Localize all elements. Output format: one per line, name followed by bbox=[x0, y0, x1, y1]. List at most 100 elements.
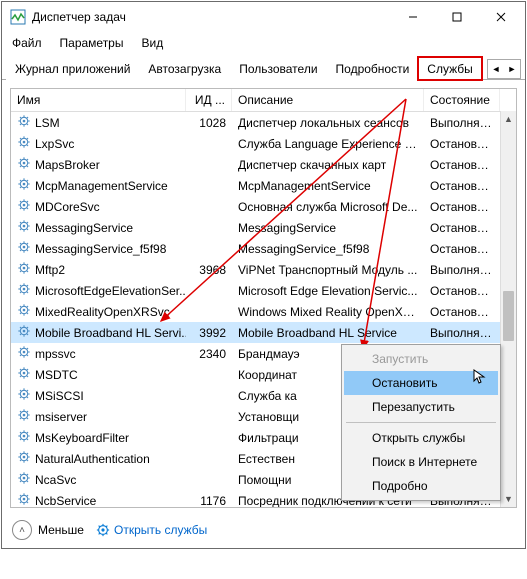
menu-options[interactable]: Параметры bbox=[56, 34, 128, 52]
service-name-text: MessagingService_f5f98 bbox=[35, 242, 166, 256]
table-row[interactable]: Mobile Broadband HL Servi...3992Mobile B… bbox=[11, 322, 516, 343]
close-button[interactable] bbox=[479, 3, 523, 31]
menu-file[interactable]: Файл bbox=[8, 34, 46, 52]
ctx-search-online[interactable]: Поиск в Интернете bbox=[344, 450, 498, 474]
gear-icon bbox=[17, 177, 31, 194]
minimize-button[interactable] bbox=[391, 3, 435, 31]
cell-desc: McpManagementService bbox=[232, 177, 424, 195]
service-name-text: MessagingService bbox=[35, 221, 133, 235]
table-row[interactable]: MicrosoftEdgeElevationSer...Microsoft Ed… bbox=[11, 280, 516, 301]
ctx-open-services[interactable]: Открыть службы bbox=[344, 426, 498, 450]
cell-pid bbox=[186, 163, 232, 167]
gear-icon bbox=[17, 408, 31, 425]
fewer-button[interactable]: ˄ Меньше bbox=[12, 520, 84, 540]
gear-icon bbox=[17, 429, 31, 446]
header-pid[interactable]: ИД ... bbox=[186, 89, 232, 111]
cell-pid bbox=[186, 289, 232, 293]
service-name-text: McpManagementService bbox=[35, 179, 168, 193]
service-name-text: MixedRealityOpenXRSvc bbox=[35, 305, 170, 319]
gear-icon bbox=[17, 450, 31, 467]
header-state[interactable]: Состояние bbox=[424, 89, 500, 111]
cell-name: McpManagementService bbox=[11, 175, 186, 196]
cell-state: Остановлено bbox=[424, 177, 500, 195]
cell-pid bbox=[186, 415, 232, 419]
table-header: Имя ИД ... Описание Состояние bbox=[11, 89, 516, 112]
cell-desc: MessagingService bbox=[232, 219, 424, 237]
table-row[interactable]: MessagingService_f5f98 MessagingService_f… bbox=[11, 238, 516, 259]
cell-name: mpssvc bbox=[11, 343, 186, 364]
cell-name: MessagingService bbox=[11, 217, 186, 238]
service-name-text: MicrosoftEdgeElevationSer... bbox=[35, 284, 186, 298]
service-name-text: MDCoreSvc bbox=[35, 200, 100, 214]
chevron-up-icon: ˄ bbox=[12, 520, 32, 540]
cell-desc: Windows Mixed Reality OpenXR... bbox=[232, 303, 424, 321]
gear-icon bbox=[17, 345, 31, 362]
table-row[interactable]: Mftp2 3968ViPNet Транспортный Модуль ...В… bbox=[11, 259, 516, 280]
footer: ˄ Меньше Открыть службы bbox=[2, 512, 525, 548]
titlebar: Диспетчер задач bbox=[2, 2, 525, 32]
scroll-thumb[interactable] bbox=[503, 291, 514, 341]
menu-view[interactable]: Вид bbox=[137, 34, 167, 52]
gear-icon bbox=[17, 198, 31, 215]
cell-desc: ViPNet Транспортный Модуль ... bbox=[232, 261, 424, 279]
tab-app-history[interactable]: Журнал приложений bbox=[6, 57, 139, 80]
table-row[interactable]: MDCoreSvc Основная служба Microsoft De...… bbox=[11, 196, 516, 217]
header-name[interactable]: Имя bbox=[11, 89, 186, 111]
cell-state: Остановлено bbox=[424, 219, 500, 237]
cell-state: Выполняется bbox=[424, 261, 500, 279]
cell-name: Mftp2 bbox=[11, 259, 186, 280]
service-name-text: Mftp2 bbox=[35, 263, 65, 277]
cell-pid: 1176 bbox=[186, 492, 232, 509]
scrollbar-vertical[interactable]: ▲ ▼ bbox=[500, 111, 516, 507]
gear-icon bbox=[17, 471, 31, 488]
table-row[interactable]: MapsBrokerДиспетчер скачанных картОстано… bbox=[11, 154, 516, 175]
cell-state: Выполняется bbox=[424, 114, 500, 132]
table-row[interactable]: LSM1028Диспетчер локальных сеансовВыполн… bbox=[11, 112, 516, 133]
cell-name: MessagingService_f5f98 bbox=[11, 238, 186, 259]
cell-desc: Mobile Broadband HL Service bbox=[232, 324, 424, 342]
open-services-label: Открыть службы bbox=[114, 523, 207, 537]
tab-scroll: ◄ ► bbox=[487, 59, 521, 79]
cell-desc: MessagingService_f5f98 bbox=[232, 240, 424, 258]
gear-icon bbox=[17, 114, 31, 131]
cell-pid: 3992 bbox=[186, 324, 232, 342]
app-icon bbox=[10, 9, 26, 25]
scroll-down-button[interactable]: ▼ bbox=[501, 491, 516, 507]
cell-pid bbox=[186, 310, 232, 314]
cell-pid bbox=[186, 247, 232, 251]
cell-name: msiserver bbox=[11, 406, 186, 427]
tab-users[interactable]: Пользователи bbox=[230, 57, 326, 80]
ctx-details[interactable]: Подробно bbox=[344, 474, 498, 498]
tab-scroll-right[interactable]: ► bbox=[504, 60, 520, 78]
cell-pid: 1028 bbox=[186, 114, 232, 132]
cell-state: Выполняется bbox=[424, 324, 500, 342]
service-name-text: mpssvc bbox=[35, 347, 76, 361]
service-name-text: MSDTC bbox=[35, 368, 78, 382]
cell-name: MapsBroker bbox=[11, 154, 186, 175]
tab-startup[interactable]: Автозагрузка bbox=[139, 57, 230, 80]
table-row[interactable]: MessagingServiceMessagingServiceОстановл… bbox=[11, 217, 516, 238]
gear-icon bbox=[17, 387, 31, 404]
header-desc[interactable]: Описание bbox=[232, 89, 424, 111]
table-row[interactable]: McpManagementService McpManagementService… bbox=[11, 175, 516, 196]
table-row[interactable]: MixedRealityOpenXRSvc Windows Mixed Reali… bbox=[11, 301, 516, 322]
cell-pid bbox=[186, 226, 232, 230]
cell-desc: Диспетчер локальных сеансов bbox=[232, 114, 424, 132]
menubar: Файл Параметры Вид bbox=[2, 32, 525, 56]
service-name-text: NcbService bbox=[35, 494, 96, 508]
scroll-up-button[interactable]: ▲ bbox=[501, 111, 516, 127]
cell-desc: Основная служба Microsoft De... bbox=[232, 198, 424, 216]
table-row[interactable]: LxpSvcСлужба Language Experience S...Ост… bbox=[11, 133, 516, 154]
tab-services[interactable]: Службы bbox=[418, 57, 481, 80]
open-services-link[interactable]: Открыть службы bbox=[96, 523, 207, 537]
tab-details[interactable]: Подробности bbox=[327, 57, 419, 80]
gear-icon bbox=[17, 282, 31, 299]
tabs-row: Журнал приложений Автозагрузка Пользоват… bbox=[2, 56, 525, 80]
gear-icon bbox=[17, 156, 31, 173]
maximize-button[interactable] bbox=[435, 3, 479, 31]
ctx-restart[interactable]: Перезапустить bbox=[344, 395, 498, 419]
tab-scroll-left[interactable]: ◄ bbox=[488, 60, 504, 78]
fewer-label: Меньше bbox=[38, 523, 84, 537]
context-menu: Запустить Остановить Перезапустить Откры… bbox=[341, 344, 501, 501]
cell-pid: 3968 bbox=[186, 261, 232, 279]
